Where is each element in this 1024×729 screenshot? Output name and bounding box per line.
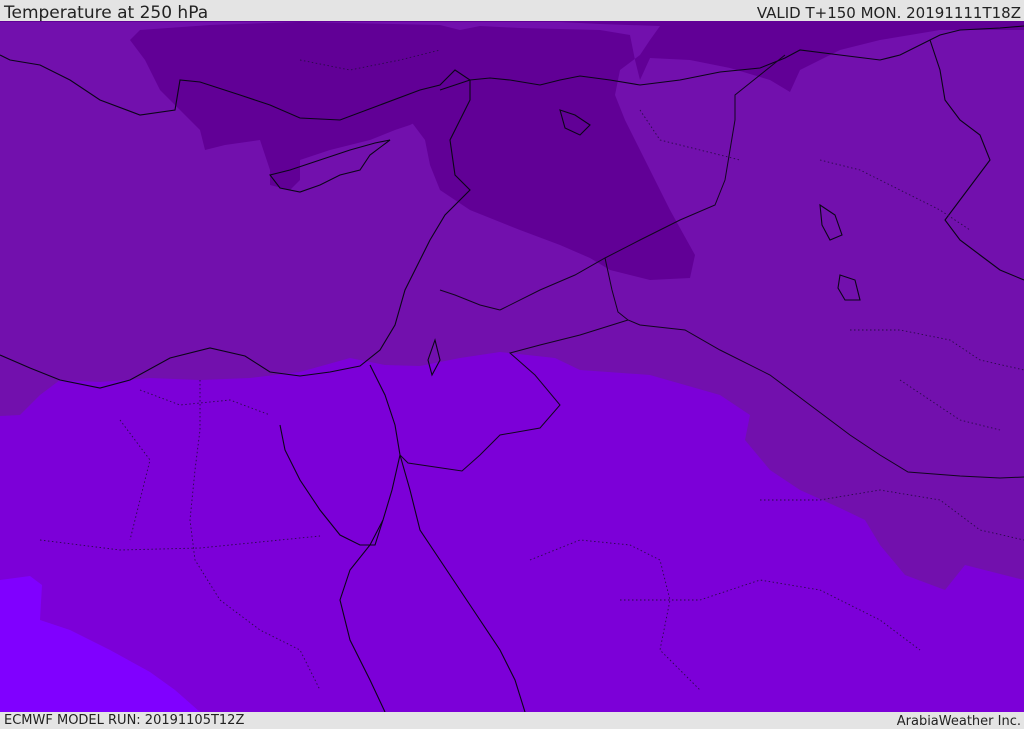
credit-label: ArabiaWeather Inc. bbox=[896, 714, 1021, 729]
footer-bar: ECMWF MODEL RUN: 20191105T12Z ArabiaWeat… bbox=[0, 712, 1024, 729]
header-bar: Temperature at 250 hPa VALID T+150 MON. … bbox=[0, 0, 1024, 23]
map-panel[interactable] bbox=[0, 21, 1024, 712]
model-run-label: ECMWF MODEL RUN: 20191105T12Z bbox=[4, 713, 245, 728]
map-title: Temperature at 250 hPa bbox=[4, 3, 209, 23]
valid-time-label: VALID T+150 MON. 20191111T18Z bbox=[756, 4, 1021, 22]
temperature-map bbox=[0, 21, 1024, 712]
